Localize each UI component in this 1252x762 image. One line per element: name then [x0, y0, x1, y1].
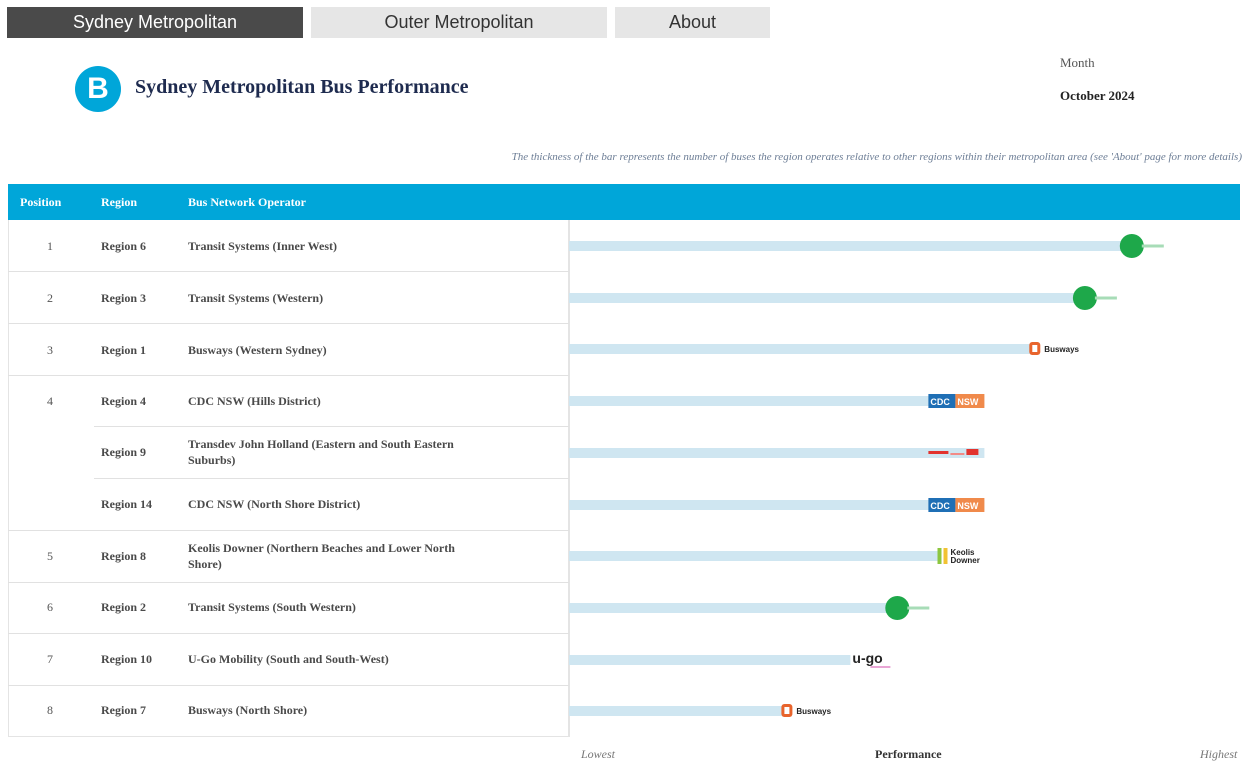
performance-bar[interactable]: [569, 241, 1132, 251]
performance-bar[interactable]: [569, 603, 898, 613]
row-region: Region 6: [101, 239, 146, 253]
row-region: Region 1: [101, 343, 146, 357]
row-divider: [8, 323, 569, 324]
row-position: 3: [47, 343, 53, 357]
row-position: 7: [47, 652, 53, 666]
row-region: Region 7: [101, 703, 146, 717]
axis-highest-label: Highest: [1200, 747, 1238, 761]
page-title: Sydney Metropolitan Bus Performance: [135, 76, 469, 98]
performance-bar[interactable]: [569, 293, 1085, 303]
performance-chart: Busways CDC NSW CDC NSW KeolisDowner u-go Buswa…: [569, 220, 1164, 737]
row-divider: [94, 426, 569, 427]
row-operator: Transdev John Holland (Eastern and South…: [188, 437, 454, 467]
row-position: 2: [47, 291, 53, 305]
row-region: Region 9: [101, 445, 146, 459]
row-region: Region 8: [101, 549, 146, 563]
row-divider: [8, 685, 569, 686]
row-region: Region 10: [101, 652, 152, 666]
performance-bar[interactable]: [569, 551, 938, 561]
row-operator: Transit Systems (South Western): [188, 600, 356, 614]
busways-logo: Busways: [1029, 342, 1080, 355]
row-region: Region 4: [101, 394, 146, 408]
tab-sydney-metropolitan[interactable]: Sydney Metropolitan: [7, 7, 303, 38]
row-operator: Transit Systems (Western): [188, 291, 324, 305]
row-operator: Keolis Downer (Northern Beaches and Lowe…: [188, 541, 455, 571]
keolis-downer-logo: KeolisDowner: [937, 548, 980, 565]
bar-region-1[interactable]: Busways: [569, 342, 1080, 355]
month-selector[interactable]: October 2024: [1060, 88, 1135, 104]
bar-thickness-note: The thickness of the bar represents the …: [511, 151, 1242, 163]
cdc-nsw-logo: CDC NSW: [928, 394, 985, 408]
bus-logo-icon: B: [75, 66, 121, 112]
bar-region-4[interactable]: CDC NSW: [569, 394, 985, 408]
svg-text:Busways: Busways: [796, 707, 831, 716]
column-header-region[interactable]: Region: [101, 184, 137, 220]
axis-title: Performance: [875, 747, 942, 761]
row-operator: U-Go Mobility (South and South-West): [188, 652, 389, 666]
transit-systems-logo: [1072, 286, 1117, 310]
row-position: 6: [47, 600, 53, 614]
cdc-nsw-logo: CDC NSW: [928, 498, 985, 512]
busways-logo: Busways: [781, 704, 832, 717]
axis-lowest-label: Lowest: [581, 747, 616, 761]
row-position: 1: [47, 239, 53, 253]
transit-systems-logo: [885, 596, 930, 620]
row-region: Region 14: [101, 497, 152, 511]
svg-text:Downer: Downer: [951, 556, 980, 565]
row-operator: Busways (Western Sydney): [188, 343, 327, 357]
performance-bar[interactable]: [569, 706, 784, 716]
row-operator: Busways (North Shore): [188, 703, 308, 717]
row-position: 5: [47, 549, 53, 563]
row-divider: [8, 375, 569, 376]
row-operator: Transit Systems (Inner West): [188, 239, 338, 253]
tab-about[interactable]: About: [615, 7, 770, 38]
svg-text:NSW: NSW: [957, 501, 979, 511]
performance-bar[interactable]: [569, 396, 985, 406]
bar-region-2[interactable]: [569, 596, 930, 620]
bar-region-9[interactable]: [569, 448, 985, 458]
row-divider: [8, 271, 569, 272]
table-header: Position Region Bus Network Operator: [8, 184, 1240, 220]
row-divider: [8, 582, 569, 583]
performance-bar[interactable]: [569, 655, 851, 665]
row-divider: [8, 530, 569, 531]
svg-text:NSW: NSW: [957, 397, 979, 407]
month-label: Month: [1060, 55, 1095, 70]
bar-region-14[interactable]: CDC NSW: [569, 498, 985, 512]
row-operator: CDC NSW (Hills District): [188, 394, 321, 408]
row-operator: CDC NSW (North Shore District): [188, 497, 361, 511]
transit-systems-logo: [1119, 234, 1164, 258]
row-position: 4: [47, 394, 53, 408]
row-divider: [94, 478, 569, 479]
svg-text:Busways: Busways: [1044, 345, 1079, 354]
row-region: Region 3: [101, 291, 146, 305]
performance-bar[interactable]: [569, 448, 985, 458]
bar-region-3[interactable]: [569, 286, 1117, 310]
bar-region-8[interactable]: KeolisDowner: [569, 548, 980, 565]
svg-text:CDC: CDC: [930, 397, 950, 407]
bar-region-6[interactable]: [569, 234, 1164, 258]
column-header-operator[interactable]: Bus Network Operator: [188, 184, 306, 220]
row-divider: [8, 633, 569, 634]
column-header-position[interactable]: Position: [20, 184, 61, 220]
performance-bar[interactable]: [569, 344, 1032, 354]
row-region: Region 2: [101, 600, 146, 614]
performance-bar[interactable]: [569, 500, 985, 510]
svg-text:u-go: u-go: [852, 650, 882, 666]
row-position: 8: [47, 703, 53, 717]
u-go-logo: u-go: [852, 650, 891, 668]
bar-region-10[interactable]: u-go: [569, 650, 891, 668]
bar-region-7[interactable]: Busways: [569, 704, 832, 717]
tab-outer-metropolitan[interactable]: Outer Metropolitan: [311, 7, 607, 38]
svg-text:CDC: CDC: [930, 501, 950, 511]
